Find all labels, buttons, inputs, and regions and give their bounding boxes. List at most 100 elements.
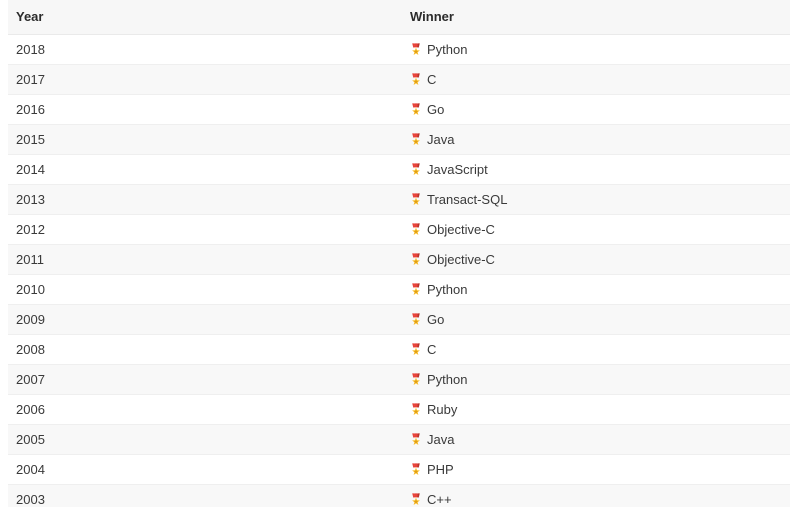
table-row[interactable]: 2011 Objective-C bbox=[8, 244, 790, 275]
winner-name: C++ bbox=[427, 492, 452, 507]
winner-cell: C bbox=[410, 71, 780, 88]
table-row[interactable]: 2015 Java bbox=[8, 124, 790, 155]
medal-icon bbox=[410, 162, 422, 177]
table-row[interactable]: 2003 C++ bbox=[8, 484, 790, 507]
cell-winner: PHP bbox=[402, 454, 790, 485]
cell-year: 2005 bbox=[8, 424, 402, 455]
winner-cell: Python bbox=[410, 281, 780, 298]
cell-winner: Objective-C bbox=[402, 244, 790, 275]
cell-year: 2017 bbox=[8, 64, 402, 95]
medal-icon bbox=[410, 132, 422, 147]
winner-name: JavaScript bbox=[427, 162, 488, 177]
winner-cell: PHP bbox=[410, 461, 780, 478]
cell-year: 2004 bbox=[8, 454, 402, 485]
table-row[interactable]: 2008 C bbox=[8, 334, 790, 365]
cell-winner: Go bbox=[402, 304, 790, 335]
cell-winner: Python bbox=[402, 34, 790, 65]
winner-cell: C++ bbox=[410, 491, 780, 507]
cell-year: 2008 bbox=[8, 334, 402, 365]
winner-cell: Java bbox=[410, 431, 780, 448]
winner-name: PHP bbox=[427, 462, 454, 477]
winner-cell: C bbox=[410, 341, 780, 358]
medal-icon bbox=[410, 492, 422, 507]
table-row[interactable]: 2005 Java bbox=[8, 424, 790, 455]
table-row[interactable]: 2017 C bbox=[8, 64, 790, 95]
table-row[interactable]: 2018 Python bbox=[8, 34, 790, 65]
cell-winner: Python bbox=[402, 274, 790, 305]
cell-year: 2009 bbox=[8, 304, 402, 335]
medal-icon bbox=[410, 432, 422, 447]
cell-year: 2012 bbox=[8, 214, 402, 245]
cell-year: 2015 bbox=[8, 124, 402, 155]
medal-icon bbox=[410, 222, 422, 237]
medal-icon bbox=[410, 252, 422, 267]
cell-winner: C bbox=[402, 334, 790, 365]
cell-year: 2003 bbox=[8, 484, 402, 507]
column-header-winner[interactable]: Winner bbox=[402, 0, 790, 35]
winner-cell: Python bbox=[410, 371, 780, 388]
table-row[interactable]: 2009 Go bbox=[8, 304, 790, 335]
winner-cell: Objective-C bbox=[410, 251, 780, 268]
cell-winner: C bbox=[402, 64, 790, 95]
winners-table: Year Winner 2018 Python 2017 C 2016 Go 2015 Jav… bbox=[8, 0, 790, 507]
cell-year: 2018 bbox=[8, 34, 402, 65]
cell-winner: JavaScript bbox=[402, 154, 790, 185]
cell-year: 2016 bbox=[8, 94, 402, 125]
winner-cell: Transact-SQL bbox=[410, 191, 780, 208]
table-row[interactable]: 2016 Go bbox=[8, 94, 790, 125]
cell-year: 2006 bbox=[8, 394, 402, 425]
table-row[interactable]: 2006 Ruby bbox=[8, 394, 790, 425]
winner-name: Python bbox=[427, 282, 468, 297]
medal-icon bbox=[410, 402, 422, 417]
table-body: 2018 Python 2017 C 2016 Go 2015 Java 2014 JavaScr… bbox=[8, 34, 790, 507]
cell-winner: Java bbox=[402, 424, 790, 455]
medal-icon bbox=[410, 282, 422, 297]
table-row[interactable]: 2012 Objective-C bbox=[8, 214, 790, 245]
medal-icon bbox=[410, 192, 422, 207]
medal-icon bbox=[410, 342, 422, 357]
winner-name: Python bbox=[427, 42, 468, 57]
cell-winner: Objective-C bbox=[402, 214, 790, 245]
table-row[interactable]: 2010 Python bbox=[8, 274, 790, 305]
winner-name: Java bbox=[427, 132, 455, 147]
winner-name: Transact-SQL bbox=[427, 192, 508, 207]
winner-cell: Java bbox=[410, 131, 780, 148]
winner-cell: Ruby bbox=[410, 401, 780, 418]
cell-winner: Transact-SQL bbox=[402, 184, 790, 215]
winner-name: Ruby bbox=[427, 402, 458, 417]
table-row[interactable]: 2013 Transact-SQL bbox=[8, 184, 790, 215]
cell-year: 2007 bbox=[8, 364, 402, 395]
table-row[interactable]: 2004 PHP bbox=[8, 454, 790, 485]
medal-icon bbox=[410, 312, 422, 327]
winner-name: Java bbox=[427, 432, 455, 447]
winners-table-container: Year Winner 2018 Python 2017 C 2016 Go 2015 Jav… bbox=[8, 0, 790, 507]
cell-winner: Java bbox=[402, 124, 790, 155]
winner-cell: JavaScript bbox=[410, 161, 780, 178]
table-row[interactable]: 2014 JavaScript bbox=[8, 154, 790, 185]
winner-cell: Python bbox=[410, 41, 780, 58]
winner-cell: Objective-C bbox=[410, 221, 780, 238]
winner-name: C bbox=[427, 342, 437, 357]
table-header-row: Year Winner bbox=[8, 0, 790, 35]
medal-icon bbox=[410, 462, 422, 477]
cell-year: 2010 bbox=[8, 274, 402, 305]
table-row[interactable]: 2007 Python bbox=[8, 364, 790, 395]
winner-name: Python bbox=[427, 372, 468, 387]
winner-name: Go bbox=[427, 312, 445, 327]
page-root: Year Winner 2018 Python 2017 C 2016 Go 2015 Jav… bbox=[0, 0, 800, 507]
cell-winner: Go bbox=[402, 94, 790, 125]
medal-icon bbox=[410, 72, 422, 87]
column-header-year[interactable]: Year bbox=[8, 0, 402, 35]
winner-name: Go bbox=[427, 102, 445, 117]
cell-winner: Python bbox=[402, 364, 790, 395]
winner-cell: Go bbox=[410, 101, 780, 118]
table-header: Year Winner bbox=[8, 0, 790, 35]
winner-name: Objective-C bbox=[427, 222, 495, 237]
medal-icon bbox=[410, 42, 422, 57]
winner-name: C bbox=[427, 72, 437, 87]
medal-icon bbox=[410, 102, 422, 117]
cell-winner: Ruby bbox=[402, 394, 790, 425]
medal-icon bbox=[410, 372, 422, 387]
cell-year: 2014 bbox=[8, 154, 402, 185]
cell-year: 2011 bbox=[8, 244, 402, 275]
